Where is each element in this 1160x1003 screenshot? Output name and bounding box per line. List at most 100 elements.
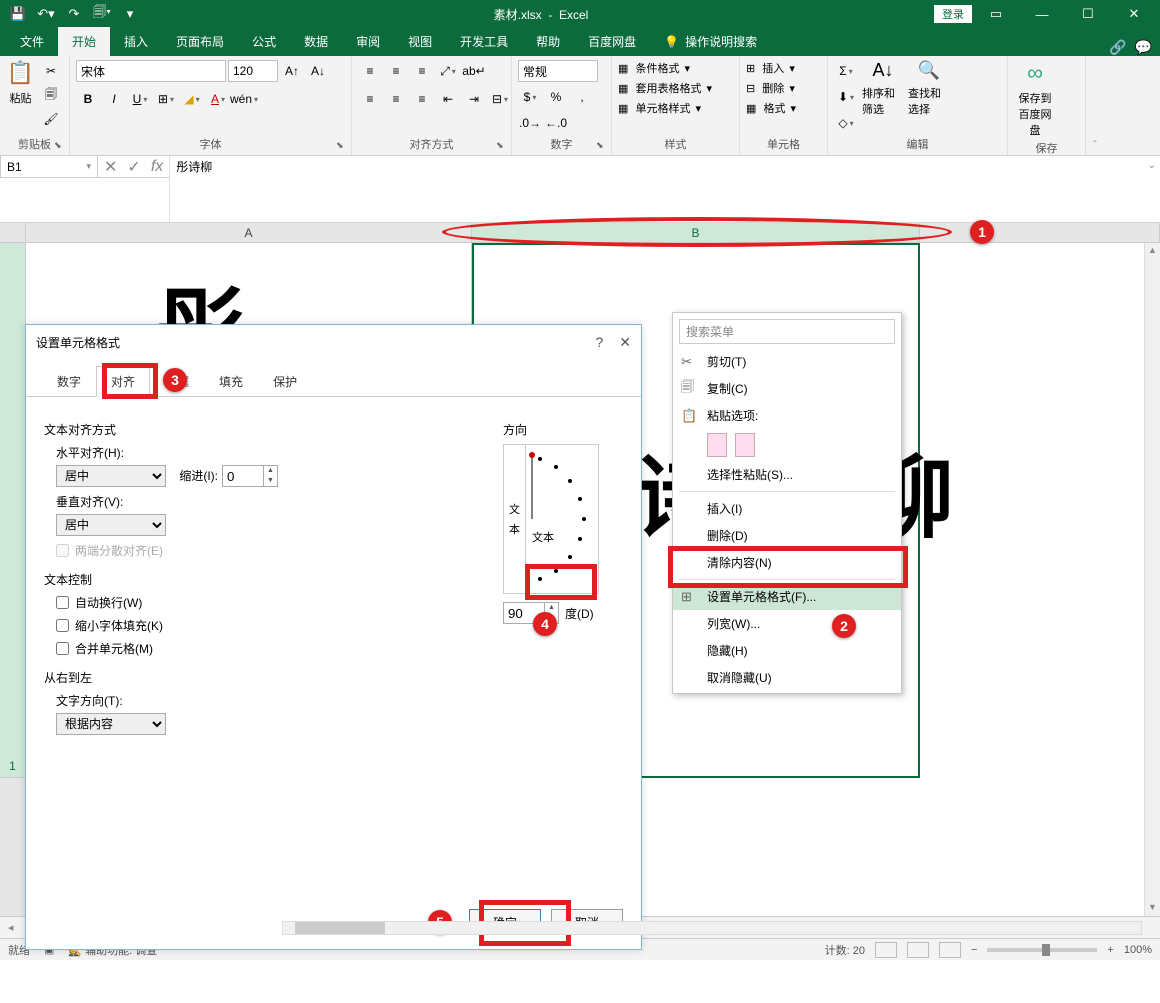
preview-icon[interactable]: 🗐▾ [88, 2, 116, 26]
tab-baidu[interactable]: 百度网盘 [574, 27, 650, 56]
align-middle-icon[interactable]: ≡ [384, 60, 408, 82]
cm-unhide[interactable]: 取消隐藏(U) [673, 664, 901, 691]
format-cells-button[interactable]: ▦ 格式 ▾ [746, 100, 796, 116]
zoom-slider[interactable] [987, 948, 1097, 952]
clear-icon[interactable]: ◇ [834, 112, 858, 134]
merge-cells-check[interactable]: 合并单元格(M) [56, 640, 473, 657]
format-table-button[interactable]: ▦ 套用表格格式 ▾ [618, 80, 712, 96]
align-top-icon[interactable]: ≡ [358, 60, 382, 82]
cm-insert[interactable]: 插入(I) [673, 495, 901, 522]
v-align-select[interactable]: 居中 [56, 514, 166, 536]
increase-font-icon[interactable]: A↑ [280, 60, 304, 82]
font-launcher-icon[interactable]: ⬊ [336, 140, 348, 152]
align-left-icon[interactable]: ≡ [358, 88, 382, 110]
tab-home[interactable]: 开始 [58, 27, 110, 56]
number-launcher-icon[interactable]: ⬊ [596, 140, 608, 152]
text-dir-select[interactable]: 根据内容 [56, 713, 166, 735]
row-header-1[interactable]: 1 [0, 243, 25, 778]
h-align-select[interactable]: 居中 [56, 465, 166, 487]
indent-up-icon[interactable]: ▲ [263, 466, 277, 476]
indent-dec-icon[interactable]: ⇤ [436, 88, 460, 110]
context-search-input[interactable]: 搜索菜单 [679, 319, 895, 344]
close-icon[interactable]: ✕ [1112, 0, 1156, 28]
page-layout-view-icon[interactable] [907, 942, 929, 958]
cancel-formula-icon[interactable]: ✕ [104, 157, 117, 177]
align-launcher-icon[interactable]: ⬊ [496, 140, 508, 152]
font-color-icon[interactable]: A [206, 88, 230, 110]
inc-decimal-icon[interactable]: .0→ [518, 112, 542, 134]
normal-view-icon[interactable] [875, 942, 897, 958]
find-select-button[interactable]: 🔍查找和选择 [908, 60, 950, 117]
fx-icon[interactable]: fx [151, 158, 163, 176]
dec-decimal-icon[interactable]: ←.0 [544, 112, 568, 134]
wrap-text-check[interactable]: 自动换行(W) [56, 594, 473, 611]
format-painter-icon[interactable]: 🖌 [39, 108, 63, 130]
merge-icon[interactable]: ⊟ [488, 88, 512, 110]
sheet-nav-prev-icon[interactable]: ◂ [0, 921, 22, 934]
tell-me[interactable]: 💡 操作说明搜索 [650, 27, 771, 56]
clipboard-launcher-icon[interactable]: ⬊ [54, 140, 66, 152]
align-right-icon[interactable]: ≡ [410, 88, 434, 110]
cm-paste-special[interactable]: 选择性粘贴(S)... [673, 461, 901, 488]
undo-icon[interactable]: ↶▾ [32, 2, 60, 26]
indent-spinner[interactable]: ▲▼ [222, 465, 278, 487]
tab-formulas[interactable]: 公式 [238, 27, 290, 56]
cut-icon[interactable]: ✂ [39, 60, 63, 82]
zoom-out-icon[interactable]: − [971, 944, 977, 956]
fill-icon[interactable]: ⬇ [834, 86, 858, 108]
dlg-tab-fill[interactable]: 填充 [204, 366, 258, 397]
paste-button[interactable]: 📋 粘贴 [6, 60, 35, 106]
copy-icon[interactable]: 🗐 [39, 84, 63, 106]
cm-copy[interactable]: 🗐复制(C) [673, 375, 901, 402]
tab-file[interactable]: 文件 [6, 27, 58, 56]
cell-styles-button[interactable]: ▦ 单元格样式 ▾ [618, 100, 701, 116]
tab-insert[interactable]: 插入 [110, 27, 162, 56]
phonetic-icon[interactable]: wén [232, 88, 256, 110]
dlg-tab-protect[interactable]: 保护 [258, 366, 312, 397]
font-name-input[interactable] [76, 60, 226, 82]
font-size-input[interactable] [228, 60, 278, 82]
qat-customize-icon[interactable]: ▾ [116, 2, 144, 26]
formula-input[interactable]: 彤诗柳 ⌄ [169, 156, 1160, 222]
cm-col-width[interactable]: 列宽(W)... [673, 610, 901, 637]
indent-inc-icon[interactable]: ⇥ [462, 88, 486, 110]
horizontal-scrollbar[interactable] [282, 921, 1142, 935]
cm-hide[interactable]: 隐藏(H) [673, 637, 901, 664]
baidu-save-button[interactable]: ∞ 保存到 百度网盘 [1014, 60, 1056, 138]
cond-format-button[interactable]: ▦ 条件格式 ▾ [618, 60, 690, 76]
ribbon-display-icon[interactable]: ▭ [974, 0, 1018, 28]
autosum-icon[interactable]: Σ [834, 60, 858, 82]
share-icon[interactable]: 🔗 [1109, 39, 1126, 56]
save-icon[interactable]: 💾 [4, 2, 32, 26]
dlg-tab-number[interactable]: 数字 [42, 366, 96, 397]
zoom-level[interactable]: 100% [1124, 944, 1152, 956]
delete-cells-button[interactable]: ⊟ 删除 ▾ [746, 80, 795, 96]
underline-icon[interactable]: U [128, 88, 152, 110]
collapse-ribbon-icon[interactable]: ˆ [1086, 56, 1104, 155]
decrease-font-icon[interactable]: A↓ [306, 60, 330, 82]
indent-down-icon[interactable]: ▼ [263, 476, 277, 486]
hscroll-thumb[interactable] [295, 922, 385, 934]
select-all-triangle[interactable] [0, 223, 26, 242]
tab-developer[interactable]: 开发工具 [446, 27, 522, 56]
align-bottom-icon[interactable]: ≡ [410, 60, 434, 82]
enter-formula-icon[interactable]: ✓ [127, 157, 140, 177]
orient-vertical-text[interactable]: 文本 [504, 445, 526, 593]
border-icon[interactable]: ⊞ [154, 88, 178, 110]
insert-cells-button[interactable]: ⊞ 插入 ▾ [746, 60, 795, 76]
namebox-dropdown-icon[interactable]: ▾ [86, 161, 91, 172]
paste-option-1-icon[interactable] [707, 433, 727, 457]
redo-icon[interactable]: ↷ [60, 2, 88, 26]
italic-icon[interactable]: I [102, 88, 126, 110]
wrap-text-icon[interactable]: ab↵ [462, 60, 486, 82]
tab-data[interactable]: 数据 [290, 27, 342, 56]
tab-help[interactable]: 帮助 [522, 27, 574, 56]
name-box[interactable]: B1 ▾ [0, 156, 98, 178]
percent-icon[interactable]: % [544, 86, 568, 108]
comments-icon[interactable]: 💬 [1135, 39, 1152, 56]
indent-input[interactable] [223, 467, 263, 486]
col-header-a[interactable]: A [26, 223, 472, 242]
shrink-fit-check[interactable]: 缩小字体填充(K) [56, 617, 473, 634]
align-center-icon[interactable]: ≡ [384, 88, 408, 110]
tab-view[interactable]: 视图 [394, 27, 446, 56]
